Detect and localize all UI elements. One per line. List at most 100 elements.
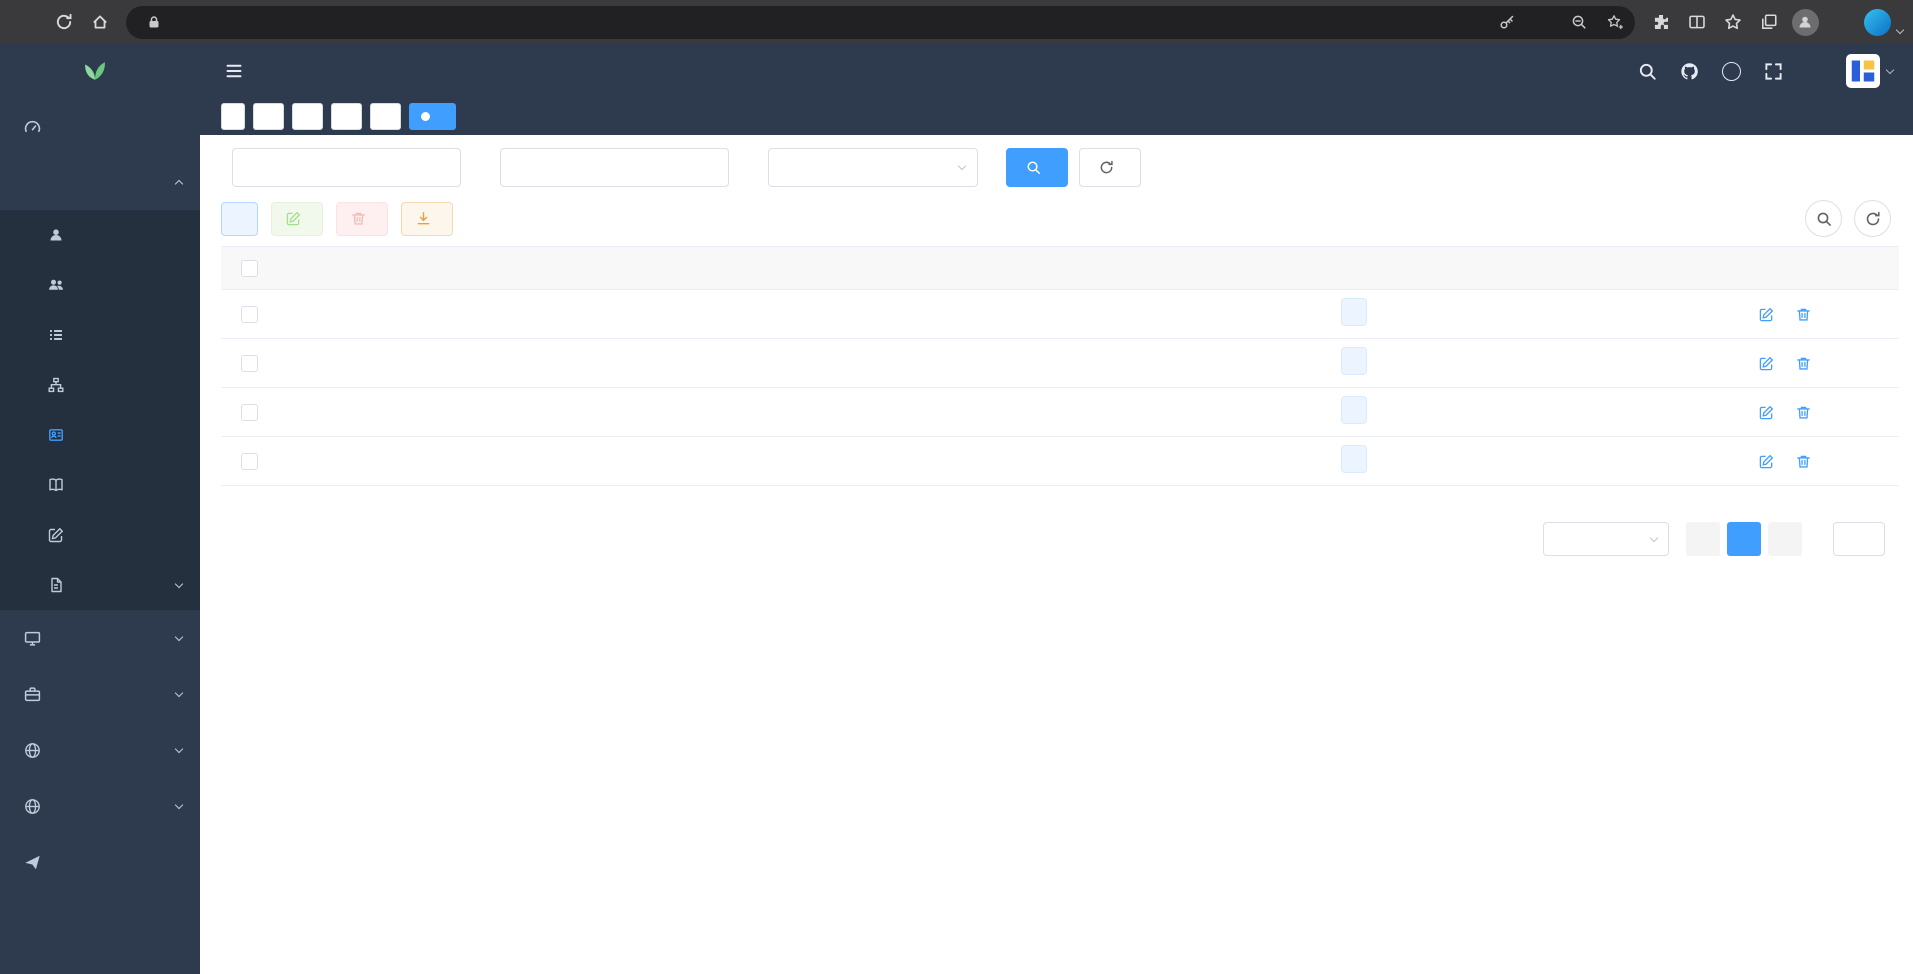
next-page-button[interactable]: [1768, 522, 1802, 556]
prev-page-button[interactable]: [1686, 522, 1720, 556]
avatar: [1846, 54, 1880, 88]
reset-button[interactable]: [1079, 148, 1141, 187]
search-button[interactable]: [1006, 148, 1068, 187]
row-checkbox[interactable]: [241, 355, 258, 372]
header-search-icon[interactable]: [1636, 60, 1659, 83]
sidebar-item-departments[interactable]: [0, 360, 200, 410]
browser-more-icon[interactable]: [1823, 4, 1859, 40]
github-icon[interactable]: [1678, 60, 1701, 83]
browser-back-button[interactable]: [10, 4, 46, 40]
sidebar-item-logs[interactable]: [0, 560, 200, 610]
sidebar-item-roles[interactable]: [0, 260, 200, 310]
chevron-down-icon: [1650, 533, 1658, 541]
table-row[interactable]: [221, 388, 1899, 437]
status-select[interactable]: [768, 148, 978, 187]
tab-users[interactable]: [253, 103, 284, 130]
collections-icon[interactable]: [1751, 4, 1787, 40]
help-icon[interactable]: [1720, 60, 1743, 83]
search-icon: [1026, 160, 1041, 175]
delete-row-link[interactable]: [1796, 454, 1816, 469]
sidebar-item-home[interactable]: [0, 98, 200, 154]
active-tab-dot-icon: [421, 112, 430, 121]
delete-row-link[interactable]: [1796, 307, 1816, 322]
edit-row-link[interactable]: [1759, 405, 1779, 420]
delete-row-link[interactable]: [1796, 356, 1816, 371]
favorites-icon[interactable]: [1715, 4, 1751, 40]
edit-row-link[interactable]: [1759, 454, 1779, 469]
status-badge: [1341, 396, 1367, 424]
key-icon[interactable]: [1493, 8, 1521, 36]
home-icon: [91, 13, 109, 31]
bing-copilot-icon[interactable]: [1859, 4, 1895, 40]
post-id-cell: [277, 339, 519, 388]
row-checkbox[interactable]: [241, 453, 258, 470]
split-screen-icon[interactable]: [1679, 4, 1715, 40]
filter-form: [221, 148, 1899, 187]
users-icon: [46, 277, 66, 293]
table-row[interactable]: [221, 339, 1899, 388]
sidebar-item-erp[interactable]: [0, 778, 200, 834]
refresh-table-button[interactable]: [1854, 200, 1891, 237]
select-all-checkbox[interactable]: [241, 260, 258, 277]
add-favorite-icon[interactable]: [1601, 8, 1629, 36]
delete-button[interactable]: [336, 202, 388, 236]
sidebar-item-bbs[interactable]: [0, 722, 200, 778]
browser-home-button[interactable]: [82, 4, 118, 40]
sidebar-item-users[interactable]: [0, 210, 200, 260]
sidebar-item-tools[interactable]: [0, 666, 200, 722]
sidebar-item-monitor[interactable]: [0, 610, 200, 666]
created-time-cell: [1466, 388, 1676, 437]
sidebar-item-menus[interactable]: [0, 310, 200, 360]
extensions-icon[interactable]: [1643, 4, 1679, 40]
post-name-cell: [761, 339, 1001, 388]
post-code-input[interactable]: [232, 148, 461, 187]
post-name-input[interactable]: [500, 148, 729, 187]
posts-table: [221, 246, 1899, 486]
created-time-cell: [1466, 339, 1676, 388]
tab-posts[interactable]: [409, 103, 456, 130]
zoom-icon[interactable]: [1565, 8, 1593, 36]
site-info-icon[interactable]: [140, 8, 168, 36]
hide-sidebar-caret-icon[interactable]: [1897, 7, 1903, 37]
goto-page-input[interactable]: [1833, 522, 1885, 556]
add-button[interactable]: [221, 202, 258, 236]
tab-departments[interactable]: [370, 103, 401, 130]
sidebar-item-yi-framework[interactable]: [0, 834, 200, 890]
browser-refresh-button[interactable]: [46, 4, 82, 40]
chevron-down-icon: [1886, 65, 1894, 73]
edit-row-link[interactable]: [1759, 356, 1779, 371]
tab-roles[interactable]: [292, 103, 323, 130]
row-checkbox[interactable]: [241, 306, 258, 323]
browser-profile-avatar[interactable]: [1787, 4, 1823, 40]
row-checkbox[interactable]: [241, 404, 258, 421]
fullscreen-icon[interactable]: [1762, 60, 1785, 83]
table-row[interactable]: [221, 437, 1899, 486]
address-bar[interactable]: [126, 6, 1635, 39]
edit-button[interactable]: [271, 202, 323, 236]
browser-toolbar: [0, 0, 1913, 44]
sidebar-item-parameters[interactable]: [0, 510, 200, 560]
tab-menus[interactable]: [331, 103, 362, 130]
sidebar-item-system[interactable]: [0, 154, 200, 210]
font-size-icon[interactable]: [1804, 60, 1827, 83]
user-avatar[interactable]: [1846, 54, 1893, 88]
sidebar-item-posts[interactable]: [0, 410, 200, 460]
filter-group-status: [757, 148, 978, 187]
tab-home[interactable]: [221, 103, 245, 130]
toggle-search-button[interactable]: [1805, 200, 1842, 237]
table-row[interactable]: [221, 290, 1899, 339]
sidebar-item-dictionary[interactable]: [0, 460, 200, 510]
post-name-cell: [761, 437, 1001, 486]
read-aloud-icon[interactable]: [1529, 8, 1557, 36]
page-number-button[interactable]: [1727, 522, 1761, 556]
sidebar-collapse-button[interactable]: [221, 58, 247, 84]
chevron-down-icon: [175, 688, 183, 696]
navbar-actions: [1636, 54, 1893, 88]
export-button[interactable]: [401, 202, 453, 236]
page-size-select[interactable]: [1543, 522, 1669, 556]
delete-row-link[interactable]: [1796, 405, 1816, 420]
post-code-cell: [519, 437, 761, 486]
edit-row-link[interactable]: [1759, 307, 1779, 322]
chevron-up-icon: [175, 179, 183, 187]
chevron-down-icon: [175, 632, 183, 640]
